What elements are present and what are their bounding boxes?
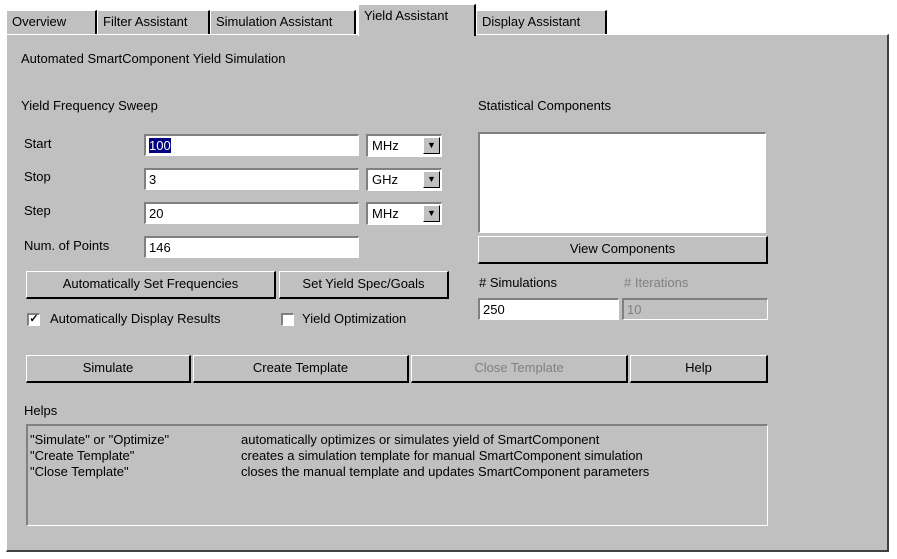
tab-simulation-assistant[interactable]: Simulation Assistant: [210, 10, 356, 34]
checkmark-icon: ✓: [29, 313, 39, 325]
auto-display-label: Automatically Display Results: [50, 311, 221, 326]
statistical-heading: Statistical Components: [478, 98, 611, 113]
help-desc: creates a simulation template for manual…: [241, 448, 643, 463]
page-title: Automated SmartComponent Yield Simulatio…: [21, 51, 286, 66]
helps-heading: Helps: [24, 403, 58, 418]
stop-label: Stop: [24, 169, 51, 184]
help-button[interactable]: Help: [630, 355, 768, 383]
start-label: Start: [24, 136, 52, 151]
tab-display-assistant[interactable]: Display Assistant: [476, 10, 607, 34]
points-label: Num. of Points: [24, 238, 110, 253]
iterations-label: # Iterations: [624, 275, 689, 290]
stop-unit-select[interactable]: GHz ▼: [366, 168, 442, 191]
simulations-input[interactable]: 250: [478, 298, 619, 320]
simulate-button[interactable]: Simulate: [26, 355, 191, 383]
start-input[interactable]: 100: [144, 134, 359, 156]
auto-display-checkbox[interactable]: ✓: [27, 313, 40, 326]
stop-input[interactable]: 3: [144, 168, 359, 190]
tab-filter-assistant[interactable]: Filter Assistant: [97, 10, 210, 34]
step-unit-select[interactable]: MHz ▼: [366, 202, 442, 225]
help-desc: automatically optimizes or simulates yie…: [241, 432, 600, 447]
close-template-button[interactable]: Close Template: [411, 355, 628, 383]
statistical-components-list[interactable]: [478, 132, 766, 233]
helps-box: "Simulate" or "Optimize" automatically o…: [26, 424, 768, 526]
create-template-button[interactable]: Create Template: [193, 355, 409, 383]
tab-yield-assistant[interactable]: Yield Assistant: [358, 4, 476, 36]
step-input[interactable]: 20: [144, 202, 359, 224]
chevron-down-icon[interactable]: ▼: [423, 137, 440, 154]
set-yield-spec-button[interactable]: Set Yield Spec/Goals: [279, 271, 449, 299]
iterations-input[interactable]: 10: [622, 298, 768, 320]
help-desc: closes the manual template and updates S…: [241, 464, 650, 479]
yield-optimization-checkbox[interactable]: [281, 313, 294, 326]
help-key: "Simulate" or "Optimize": [30, 432, 170, 447]
auto-set-frequencies-button[interactable]: Automatically Set Frequencies: [26, 271, 276, 299]
view-components-button[interactable]: View Components: [478, 236, 768, 264]
tab-overview[interactable]: Overview: [6, 10, 97, 34]
yield-optimization-label: Yield Optimization: [302, 311, 407, 326]
simulations-label: # Simulations: [479, 275, 558, 290]
help-key: "Close Template": [30, 464, 129, 479]
chevron-down-icon[interactable]: ▼: [423, 205, 440, 222]
points-input[interactable]: 146: [144, 236, 359, 258]
start-unit-select[interactable]: MHz ▼: [366, 134, 442, 157]
sweep-heading: Yield Frequency Sweep: [21, 98, 158, 113]
help-key: "Create Template": [30, 448, 135, 463]
step-label: Step: [24, 203, 51, 218]
chevron-down-icon[interactable]: ▼: [423, 171, 440, 188]
